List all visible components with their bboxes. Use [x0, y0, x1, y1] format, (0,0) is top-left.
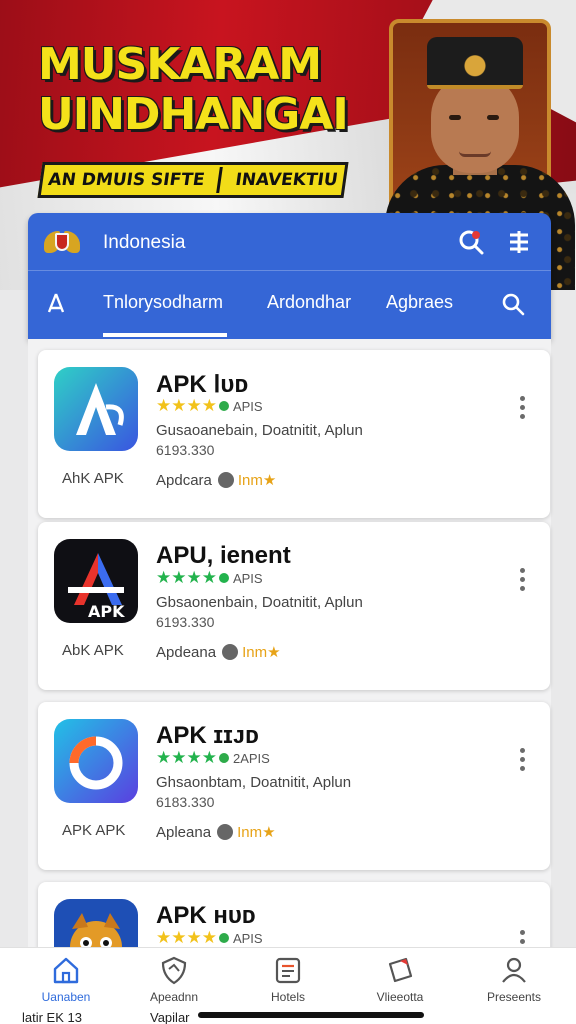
- app-category: Apdcara Inm★: [156, 471, 276, 489]
- rating-dot: [218, 933, 229, 943]
- app-type-label: AbK APK: [62, 642, 124, 659]
- nav-label: Uanaben: [41, 990, 91, 1004]
- app-category-text: Apdeana: [156, 644, 217, 661]
- app-name: APK ɪɪᴊᴅ: [156, 722, 259, 749]
- category-dot-icon: [217, 472, 234, 488]
- rating-stars: ★★★★: [156, 928, 217, 947]
- app-badge-text: Inm★: [242, 644, 281, 661]
- rating-dot: [218, 573, 229, 583]
- nav-item-home[interactable]: Uanaben: [18, 954, 114, 1014]
- svg-text:APK: APK: [88, 602, 125, 621]
- apk-circle-icon: [54, 719, 138, 803]
- rating-dot: [218, 401, 229, 411]
- app-category: Apleana Inm★: [156, 823, 276, 841]
- header-top-row: Indonesia: [28, 213, 551, 271]
- tab-category-2[interactable]: Ardondhar: [267, 292, 351, 313]
- app-type-label: APK APK: [62, 822, 126, 839]
- app-size: APIS: [232, 571, 263, 586]
- home-indicator[interactable]: [198, 1012, 424, 1018]
- category-tabs: Tnlorysodharm Ardondhar Agbraes: [28, 271, 551, 339]
- app-name: APK Ⅰᴜᴅ: [156, 371, 249, 398]
- portrait-mouth: [459, 151, 491, 157]
- category-dot-icon: [217, 824, 234, 840]
- app-badge-text: Inm★: [237, 824, 276, 841]
- app-header: Indonesia Tnlorysodharm Ardondhar Agbrae…: [28, 213, 551, 339]
- app-name: APU, ienent: [156, 542, 291, 569]
- list-icon: [275, 957, 301, 984]
- nav-item-hotels[interactable]: Hotels: [240, 954, 336, 1014]
- rating-stars: ★★★★: [156, 396, 217, 415]
- nav-label: Apeadnn: [149, 990, 199, 1004]
- garuda-emblem-icon: [44, 227, 80, 259]
- app-size: 2APIS: [232, 751, 270, 766]
- app-category-text: Apleana: [156, 824, 212, 841]
- apk-dark-icon: APK: [54, 539, 138, 623]
- app-size: APIS: [232, 931, 263, 946]
- portrait-eye-right: [487, 115, 499, 120]
- paper-icon: [388, 957, 413, 983]
- rating-stars: ★★★★: [156, 748, 217, 767]
- footer-text-mid: Vapilar: [150, 1010, 190, 1024]
- portrait-headdress: [427, 37, 523, 89]
- hero-title-line2: UINDHANGAI: [38, 89, 349, 140]
- app-version: 6193.330: [156, 614, 215, 630]
- hero-subbanner: AN DMUIS SIFTE INAVEKTIU: [37, 162, 349, 198]
- tab-search-icon[interactable]: [500, 291, 526, 317]
- app-size: APIS: [232, 399, 263, 414]
- hero-title: MUSKARAM UINDHANGAI: [38, 39, 349, 140]
- app-badge-text: Inm★: [237, 472, 277, 489]
- more-options-icon[interactable]: [516, 748, 528, 778]
- hero-subbanner-left: AN DMUIS SIFTE: [46, 170, 206, 190]
- rating-stars: ★★★★: [156, 568, 217, 587]
- nav-label: Preseents: [486, 990, 542, 1004]
- tab-home-a-icon[interactable]: [44, 291, 68, 315]
- app-version: 6193.330: [156, 442, 215, 458]
- tab-category-1[interactable]: Tnlorysodharm: [103, 292, 228, 337]
- app-version: 6183.330: [156, 794, 215, 810]
- search-icon[interactable]: [456, 227, 486, 257]
- more-options-icon[interactable]: [516, 396, 528, 426]
- hero-title-line1: MUSKARAM: [38, 39, 322, 90]
- nav-item-profile[interactable]: Preseents: [466, 954, 562, 1014]
- nav-label: Vlieeotta: [376, 990, 424, 1004]
- app-rating: ★★★★ APIS: [156, 396, 263, 416]
- home-icon: [53, 957, 79, 984]
- category-dot-icon: [222, 644, 239, 660]
- rating-dot: [218, 753, 229, 763]
- hero-subbanner-right: INAVEKTIU: [233, 170, 340, 190]
- portrait-eye-left: [449, 115, 461, 120]
- app-rating: ★★★★ 2APIS: [156, 748, 270, 768]
- nav-item-apps[interactable]: Apeadnn: [126, 954, 222, 1014]
- more-options-icon[interactable]: [516, 568, 528, 598]
- app-category-text: Apdcara: [156, 472, 212, 489]
- filter-icon[interactable]: [504, 227, 534, 257]
- user-icon: [502, 957, 526, 983]
- app-rating: ★★★★ APIS: [156, 568, 263, 588]
- nav-item-videos[interactable]: Vlieeotta: [352, 954, 448, 1014]
- country-label: Indonesia: [103, 232, 186, 253]
- app-type-label: AhK APK: [62, 470, 124, 487]
- app-name: APK ʜᴜᴅ: [156, 902, 256, 929]
- app-category: Apdeana Inm★: [156, 643, 281, 661]
- shield-icon: [161, 956, 187, 985]
- apk-a-icon: [54, 367, 138, 451]
- tab-category-3[interactable]: Agbraes: [386, 292, 453, 313]
- app-description: Gbsaonenbain, Doatnitit, Aplun: [156, 594, 363, 611]
- hero-subbanner-divider: [216, 167, 224, 193]
- app-description: Ghsaonbtam, Doatnitit, Aplun: [156, 774, 352, 791]
- app-card[interactable]: APK Ⅰᴜᴅ ★★★★ APIS Gusaoanebain, Doatnitit…: [38, 350, 550, 518]
- app-description: Gusaoanebain, Doatnitit, Aplun: [156, 422, 363, 439]
- app-card[interactable]: APK APU, ienent ★★★★ APIS Gbsaonenbain, D…: [38, 522, 550, 690]
- footer-text-left: latir EK 13: [22, 1010, 82, 1024]
- app-rating: ★★★★ APIS: [156, 928, 263, 948]
- nav-label: Hotels: [270, 990, 305, 1004]
- app-card[interactable]: APK ɪɪᴊᴅ ★★★★ 2APIS Ghsaonbtam, Doatnitit…: [38, 702, 550, 870]
